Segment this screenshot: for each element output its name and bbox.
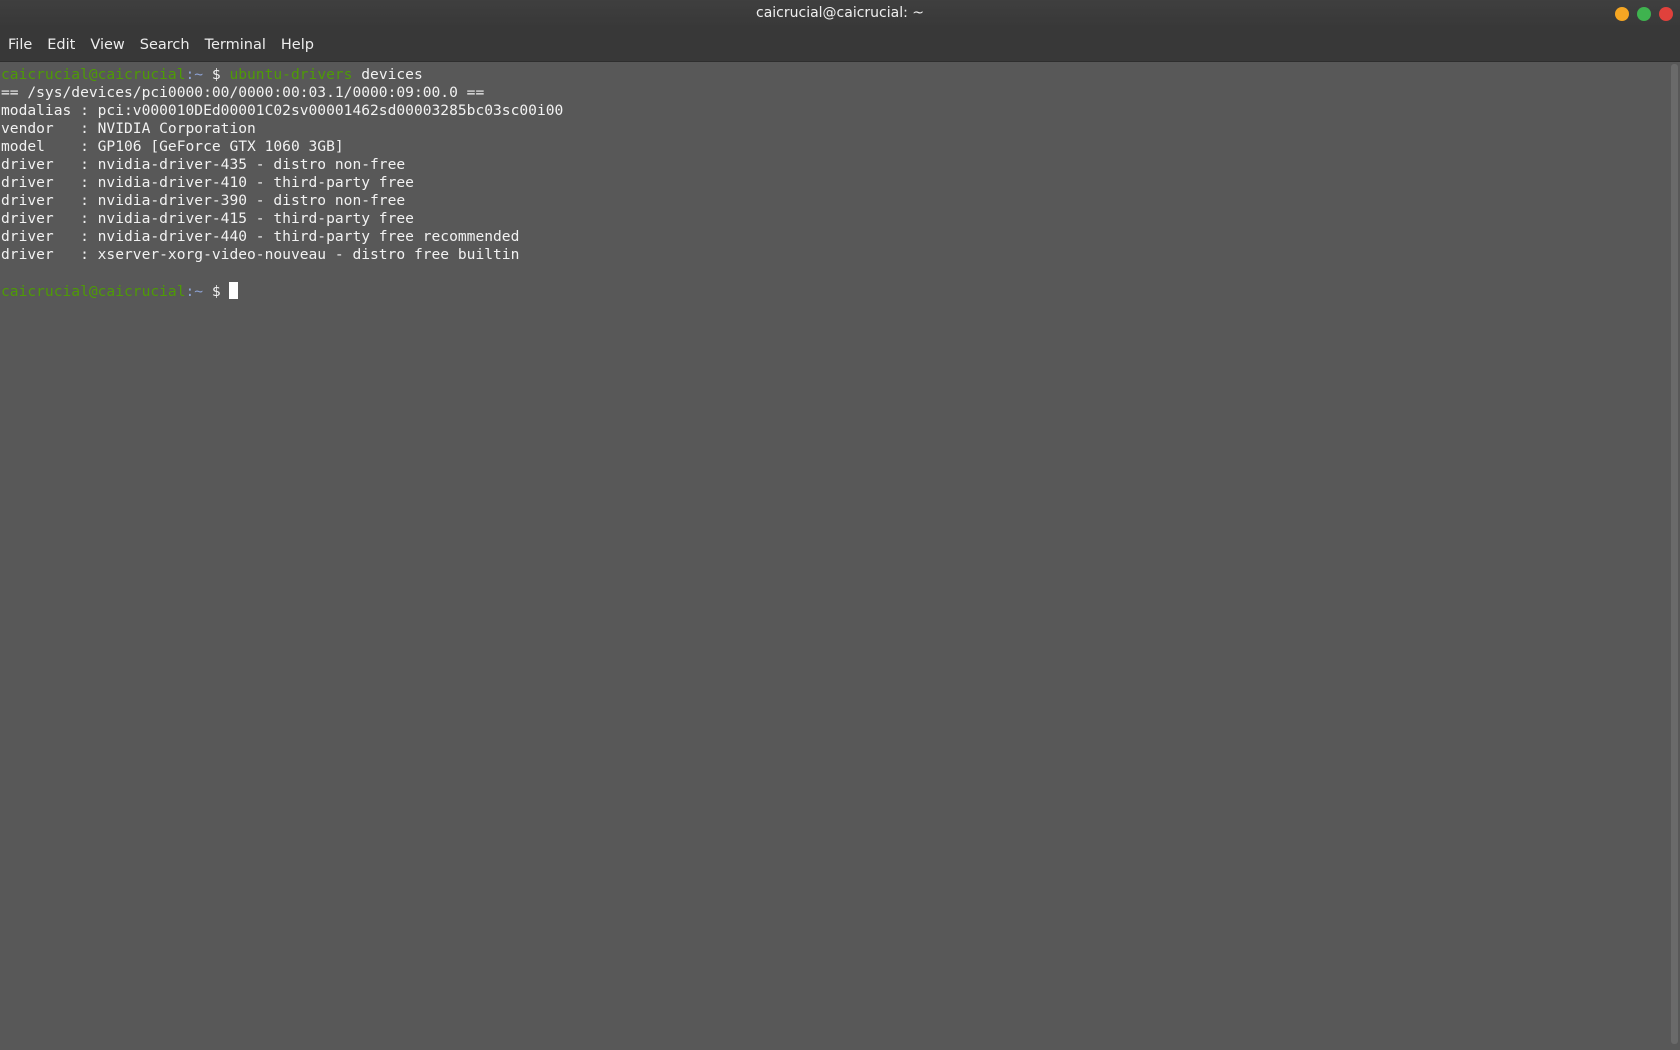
prompt-user-host: caicrucial@caicrucial <box>1 283 186 300</box>
command-args: devices <box>352 66 423 83</box>
vertical-scrollbar[interactable] <box>1671 64 1678 1044</box>
menu-terminal[interactable]: Terminal <box>198 33 273 57</box>
output-line: driver : nvidia-driver-435 - distro non-… <box>1 156 406 173</box>
menu-bar: File Edit View Search Terminal Help <box>0 28 1680 62</box>
menu-view[interactable]: View <box>83 33 131 57</box>
command-name: ubuntu-drivers <box>229 66 353 83</box>
command-line: caicrucial@caicrucial:~ $ ubuntu-drivers… <box>0 66 1670 84</box>
window-title: caicrucial@caicrucial: ~ <box>756 5 924 21</box>
menu-edit[interactable]: Edit <box>40 33 82 57</box>
menu-help[interactable]: Help <box>274 33 321 57</box>
prompt-symbol: $ <box>203 66 230 83</box>
output-line: driver : nvidia-driver-415 - third-party… <box>1 210 414 227</box>
output-line: driver : nvidia-driver-440 - third-party… <box>1 228 520 245</box>
text-cursor <box>229 282 239 299</box>
terminal-output-area[interactable]: caicrucial@caicrucial:~ $ ubuntu-drivers… <box>0 62 1670 1050</box>
output-line: model : GP106 [GeForce GTX 1060 3GB] <box>1 138 344 155</box>
maximize-button[interactable] <box>1637 7 1651 21</box>
output-line: == /sys/devices/pci0000:00/0000:00:03.1/… <box>1 84 485 101</box>
prompt-user-host: caicrucial@caicrucial <box>1 66 186 83</box>
title-bar[interactable]: caicrucial@caicrucial: ~ <box>0 0 1680 28</box>
prompt-path: :~ <box>185 283 204 300</box>
close-button[interactable] <box>1659 7 1673 21</box>
menu-file[interactable]: File <box>1 33 39 57</box>
output-line: driver : xserver-xorg-video-nouveau - di… <box>1 246 520 263</box>
active-prompt-line[interactable]: caicrucial@caicrucial:~ $ <box>0 282 1670 300</box>
menu-search[interactable]: Search <box>133 33 197 57</box>
output-line: driver : nvidia-driver-390 - distro non-… <box>1 192 406 209</box>
terminal-window: caicrucial@caicrucial: ~ File Edit View … <box>0 0 1680 1050</box>
prompt-path: :~ <box>185 66 204 83</box>
prompt-symbol: $ <box>203 283 230 300</box>
output-line: driver : nvidia-driver-410 - third-party… <box>1 174 414 191</box>
minimize-button[interactable] <box>1615 7 1629 21</box>
output-line: vendor : NVIDIA Corporation <box>1 120 256 137</box>
output-line: modalias : pci:v000010DEd00001C02sv00001… <box>1 102 564 119</box>
